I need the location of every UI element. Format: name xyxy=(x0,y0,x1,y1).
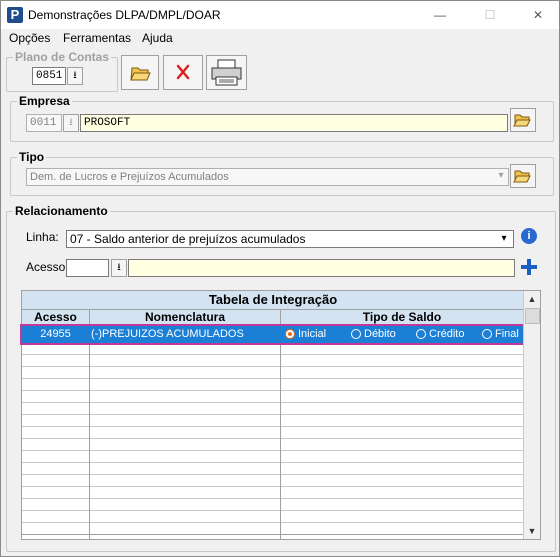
window-title: Demonstrações DLPA/DMPL/DOAR xyxy=(28,8,221,22)
empresa-dropdown-button: ⭳ xyxy=(63,114,79,132)
column-divider xyxy=(89,325,90,539)
table-row[interactable] xyxy=(22,403,524,415)
menu-bar: Opções Ferramentas Ajuda xyxy=(1,29,559,47)
radio-debito[interactable] xyxy=(351,329,361,339)
cell-nomenclatura: (-)PREJUIZOS ACUMULADOS xyxy=(91,328,244,340)
table-row[interactable] xyxy=(22,379,524,391)
linha-label: Linha: xyxy=(26,230,59,244)
table-row[interactable] xyxy=(22,475,524,487)
plus-icon xyxy=(521,259,537,275)
table-row-selected[interactable]: 24955 (-)PREJUIZOS ACUMULADOS Inicial Dé… xyxy=(20,324,526,345)
table-row[interactable] xyxy=(22,367,524,379)
column-header-acesso[interactable]: Acesso xyxy=(22,310,90,325)
info-icon[interactable]: i xyxy=(521,228,537,244)
table-row[interactable] xyxy=(22,523,524,535)
open-button[interactable] xyxy=(121,55,159,90)
print-button[interactable] xyxy=(206,55,247,90)
chevron-down-icon: ▾ xyxy=(498,170,504,181)
maximize-button[interactable]: ☐ xyxy=(475,5,505,25)
table-row[interactable] xyxy=(22,343,524,355)
main-window: P Demonstrações DLPA/DMPL/DOAR — ☐ ✕ Opç… xyxy=(0,0,560,557)
scroll-down-icon[interactable]: ▼ xyxy=(524,523,540,539)
tipo-open-button[interactable] xyxy=(510,164,536,188)
plano-de-contas-legend: Plano de Contas xyxy=(15,50,110,64)
radio-credito[interactable] xyxy=(416,329,426,339)
cell-acesso: 24955 xyxy=(40,328,71,340)
title-bar: P Demonstrações DLPA/DMPL/DOAR — ☐ ✕ xyxy=(1,1,559,29)
empresa-open-button[interactable] xyxy=(510,108,536,132)
menu-ferramentas[interactable]: Ferramentas xyxy=(63,31,131,45)
table-row[interactable] xyxy=(22,487,524,499)
table-row[interactable] xyxy=(22,463,524,475)
folder-open-icon xyxy=(513,114,531,127)
delete-button[interactable] xyxy=(163,55,203,90)
radio-credito-label: Crédito xyxy=(429,328,465,340)
table-row[interactable] xyxy=(22,439,524,451)
add-button[interactable] xyxy=(519,257,539,277)
radio-final-label: Final xyxy=(495,328,519,340)
tipo-dropdown-button[interactable]: ▾ xyxy=(493,168,509,186)
empresa-name-field[interactable]: PROSOFT xyxy=(80,114,508,132)
folder-open-icon xyxy=(130,67,151,81)
acesso-description-field xyxy=(128,259,515,277)
download-arrow-icon: ⭳ xyxy=(73,70,77,81)
delete-x-icon xyxy=(176,64,190,80)
acesso-dropdown-button[interactable]: ⭳ xyxy=(111,259,127,277)
close-button[interactable]: ✕ xyxy=(523,5,553,25)
menu-ajuda[interactable]: Ajuda xyxy=(142,31,173,45)
integration-table: Tabela de Integração Acesso Nomenclatura… xyxy=(20,290,541,540)
plano-de-contas-field[interactable]: 0851 xyxy=(32,67,66,85)
table-scrollbar[interactable]: ▲ ▼ xyxy=(523,291,540,539)
app-icon: P xyxy=(7,7,23,23)
linha-select[interactable]: 07 - Saldo anterior de prejuízos acumula… xyxy=(66,230,514,248)
column-header-nomenclatura[interactable]: Nomenclatura xyxy=(90,310,281,325)
empresa-code-field: 0011 xyxy=(26,114,62,132)
table-title: Tabela de Integração xyxy=(22,291,524,310)
scroll-thumb[interactable] xyxy=(525,308,540,324)
radio-inicial[interactable] xyxy=(285,329,295,339)
radio-inicial-label: Inicial xyxy=(298,328,327,340)
radio-debito-label: Débito xyxy=(364,328,396,340)
tipo-legend: Tipo xyxy=(19,150,45,164)
linha-dropdown-button[interactable]: ▾ xyxy=(496,231,512,247)
column-divider xyxy=(280,325,281,539)
tipo-select[interactable]: Dem. de Lucros e Prejuízos Acumulados xyxy=(26,168,509,186)
table-row[interactable] xyxy=(22,427,524,439)
acesso-field[interactable] xyxy=(66,259,109,277)
printer-icon xyxy=(211,59,242,86)
plano-de-contas-dropdown-button[interactable]: ⭳ xyxy=(67,67,83,85)
table-row[interactable] xyxy=(22,415,524,427)
table-row[interactable] xyxy=(22,391,524,403)
table-row[interactable] xyxy=(22,355,524,367)
folder-open-icon xyxy=(513,170,531,183)
chevron-down-icon: ▾ xyxy=(501,233,507,244)
radio-final[interactable] xyxy=(482,329,492,339)
column-header-tipo-de-saldo[interactable]: Tipo de Saldo xyxy=(281,310,524,325)
download-arrow-icon: ⭳ xyxy=(69,117,73,128)
acesso-label: Acesso: xyxy=(26,260,69,274)
relacionamento-legend: Relacionamento xyxy=(15,204,108,218)
table-row[interactable] xyxy=(22,499,524,511)
scroll-up-icon[interactable]: ▲ xyxy=(524,291,540,307)
minimize-button[interactable]: — xyxy=(425,5,455,25)
menu-opcoes[interactable]: Opções xyxy=(9,31,50,45)
table-row[interactable] xyxy=(22,451,524,463)
table-row[interactable] xyxy=(22,511,524,523)
download-arrow-icon: ⭳ xyxy=(117,262,121,273)
empresa-legend: Empresa xyxy=(19,94,70,108)
